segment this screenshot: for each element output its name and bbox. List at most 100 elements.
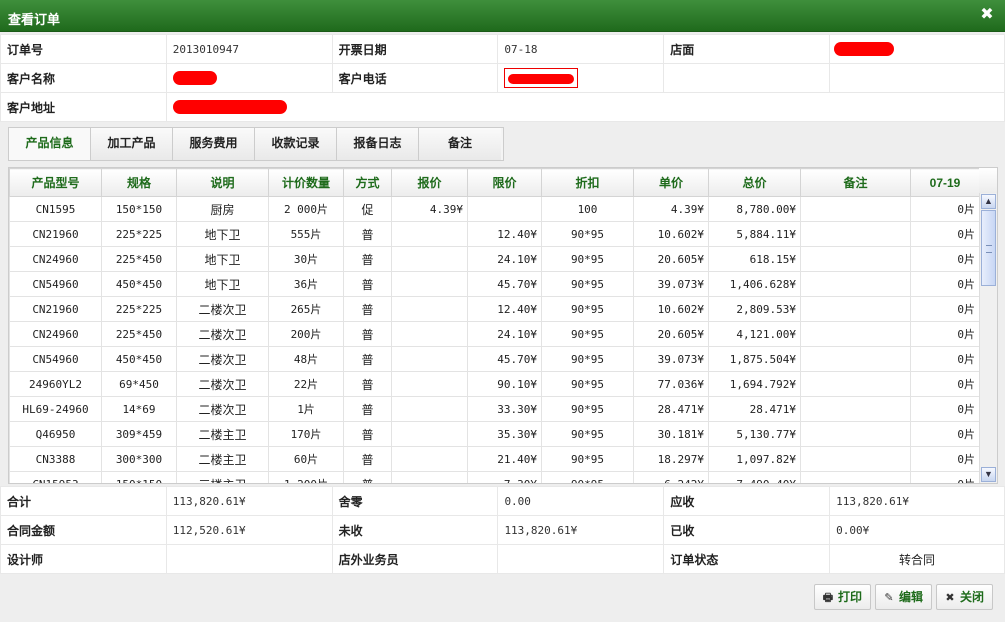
cell-unit-price: 20.605¥ bbox=[633, 321, 709, 347]
salesman-label: 店外业务员 bbox=[331, 544, 499, 574]
cell-spec: 450*450 bbox=[101, 271, 177, 297]
cell-note-desc: 地下卫 bbox=[176, 246, 269, 272]
receivable-value: 113,820.61¥ bbox=[829, 486, 1005, 516]
received-label: 已收 bbox=[663, 515, 831, 545]
scroll-thumb[interactable] bbox=[981, 210, 996, 286]
tab-product-info[interactable]: 产品信息 bbox=[9, 128, 91, 160]
cell-total-price: 1,406.628¥ bbox=[708, 271, 801, 297]
tab-processed-products[interactable]: 加工产品 bbox=[91, 128, 173, 160]
salesman-value bbox=[497, 544, 665, 574]
table-row[interactable]: CN54960 450*450 二楼次卫 48片普 45.70¥ 90*95 39.073¥… bbox=[9, 346, 980, 372]
cell-unit-price: 30.181¥ bbox=[633, 421, 709, 447]
order-no-value: 2013010947 bbox=[165, 34, 333, 64]
edit-button[interactable]: ✎ 编辑 bbox=[875, 584, 932, 610]
cell-spec: 150*150 bbox=[101, 471, 177, 483]
store-value bbox=[829, 34, 1005, 64]
header-corner bbox=[979, 168, 997, 194]
column-header-model[interactable]: 产品型号 bbox=[9, 168, 102, 197]
cell-date-col: 0片 bbox=[910, 196, 980, 222]
cell-quantity: 555片 bbox=[268, 221, 344, 247]
cell-total-price: 4,121.00¥ bbox=[708, 321, 801, 347]
info-row-3: 客户地址 bbox=[0, 92, 1005, 122]
cell-unit-price: 20.605¥ bbox=[633, 246, 709, 272]
table-row[interactable]: CN54960 450*450 地下卫 36片普 45.70¥ 90*95 39.073¥ 1… bbox=[9, 271, 980, 297]
cell-method: 普 bbox=[343, 371, 392, 397]
scroll-up-icon[interactable]: ▲ bbox=[981, 194, 996, 209]
column-header-method[interactable]: 方式 bbox=[343, 168, 392, 197]
cell-spec: 225*225 bbox=[101, 221, 177, 247]
column-header-unit-price[interactable]: 单价 bbox=[633, 168, 709, 197]
table-row[interactable]: CN15953150*150三楼主卫1 200片普 7.30¥90*956.242… bbox=[9, 471, 980, 483]
table-row[interactable]: Q46950 309*459 二楼主卫 170片普 35.30¥ 90*95 30.181¥… bbox=[9, 421, 980, 447]
cell-date-col: 0片 bbox=[910, 346, 980, 372]
tab-payment-records[interactable]: 收款记录 bbox=[255, 128, 337, 160]
scroll-down-icon[interactable]: ▼ bbox=[981, 467, 996, 482]
close-icon[interactable]: ✖ bbox=[979, 6, 995, 24]
cell-spec: 14*69 bbox=[101, 396, 177, 422]
column-header-quote[interactable]: 报价 bbox=[391, 168, 468, 197]
table-row[interactable]: CN21960 225*225 二楼次卫 265片普 12.40¥ 90*95 10.602… bbox=[9, 296, 980, 322]
cell-total-price: 28.471¥ bbox=[708, 396, 801, 422]
customer-phone-value bbox=[497, 63, 665, 93]
table-row[interactable]: CN24960 225*450 二楼次卫 200片普 24.10¥ 90*95 20.605… bbox=[9, 321, 980, 347]
cell-limit-price bbox=[467, 196, 542, 222]
cell-date-col: 0片 bbox=[910, 221, 980, 247]
tab-service-fees[interactable]: 服务费用 bbox=[173, 128, 255, 160]
cell-limit-price: 45.70¥ bbox=[467, 271, 542, 297]
unreceived-value: 113,820.61¥ bbox=[497, 515, 665, 545]
print-button[interactable]: 🖶 打印 bbox=[814, 584, 871, 610]
tab-report-log[interactable]: 报备日志 bbox=[337, 128, 419, 160]
tab-notes[interactable]: 备注 bbox=[419, 128, 501, 160]
column-header-remark[interactable]: 备注 bbox=[800, 168, 911, 197]
close-button[interactable]: ✖ 关闭 bbox=[936, 584, 993, 610]
cell-date-col: 0片 bbox=[910, 421, 980, 447]
cell-quote: 4.39¥ bbox=[391, 196, 468, 222]
cell-discount: 90*95 bbox=[541, 296, 634, 322]
column-header-spec[interactable]: 规格 bbox=[101, 168, 177, 197]
table-row[interactable]: CN3388 300*300 二楼主卫 60片普 21.40¥ 90*95 18.297¥ 1… bbox=[9, 446, 980, 472]
cell-method: 普 bbox=[343, 346, 392, 372]
vertical-scrollbar[interactable]: ▲ ▼ bbox=[979, 193, 997, 483]
cell-model: CN1595 bbox=[9, 196, 102, 222]
column-header-total-price[interactable]: 总价 bbox=[708, 168, 801, 197]
cell-limit-price: 7.30¥ bbox=[467, 471, 542, 483]
cell-quantity: 48片 bbox=[268, 346, 344, 372]
cell-discount: 100 bbox=[541, 196, 634, 222]
column-header-note-desc[interactable]: 说明 bbox=[176, 168, 269, 197]
cell-spec: 450*450 bbox=[101, 346, 177, 372]
cell-model: CN21960 bbox=[9, 221, 102, 247]
cell-unit-price: 39.073¥ bbox=[633, 271, 709, 297]
column-header-discount[interactable]: 折扣 bbox=[541, 168, 634, 197]
cell-quantity: 200片 bbox=[268, 321, 344, 347]
cell-limit-price: 12.40¥ bbox=[467, 221, 542, 247]
column-header-date-col[interactable]: 07-19 bbox=[910, 168, 980, 197]
redaction-mark bbox=[172, 71, 217, 86]
cell-discount: 90*95 bbox=[541, 346, 634, 372]
store-label: 店面 bbox=[663, 34, 831, 64]
table-row[interactable]: CN24960 225*450 地下卫 30片普 24.10¥ 90*95 20.605¥ 6… bbox=[9, 246, 980, 272]
cell-quote bbox=[391, 271, 468, 297]
cell-date-col: 0片 bbox=[910, 446, 980, 472]
table-row[interactable]: 24960YL2 69*450 二楼次卫 22片普 90.10¥ 90*95 77.036¥… bbox=[9, 371, 980, 397]
column-header-quantity[interactable]: 计价数量 bbox=[268, 168, 344, 197]
unreceived-label: 未收 bbox=[331, 515, 499, 545]
cell-note-desc: 三楼主卫 bbox=[176, 471, 269, 483]
table-row[interactable]: CN21960 225*225 地下卫 555片普 12.40¥ 90*95 10.602¥… bbox=[9, 221, 980, 247]
product-table: 产品型号 规格 说明 计价数量 方式 报价 限价 折扣 单价 总价 备注 07-19 CN1595 15… bbox=[9, 168, 980, 483]
table-row[interactable]: CN1595 150*150 厨房 2 000片促 4.39¥ 100 4.39¥ 8,780… bbox=[9, 196, 980, 222]
info-row-2: 客户名称 客户电话 bbox=[0, 63, 1005, 93]
designer-label: 设计师 bbox=[0, 544, 167, 574]
cell-discount: 90*95 bbox=[541, 246, 634, 272]
cell-spec: 225*450 bbox=[101, 246, 177, 272]
cell-quantity: 265片 bbox=[268, 296, 344, 322]
cell-model: CN54960 bbox=[9, 271, 102, 297]
table-row[interactable]: HL69-24960 14*69 二楼次卫 1片普 33.30¥ 90*95 28.471¥… bbox=[9, 396, 980, 422]
cell-model: CN54960 bbox=[9, 346, 102, 372]
cell-quote bbox=[391, 221, 468, 247]
invoice-date-label: 开票日期 bbox=[331, 34, 499, 64]
cell-remark bbox=[800, 371, 911, 397]
column-header-limit-price[interactable]: 限价 bbox=[467, 168, 542, 197]
cell-remark bbox=[800, 271, 911, 297]
cell-discount: 90*95 bbox=[541, 371, 634, 397]
cell-quantity: 1片 bbox=[268, 396, 344, 422]
